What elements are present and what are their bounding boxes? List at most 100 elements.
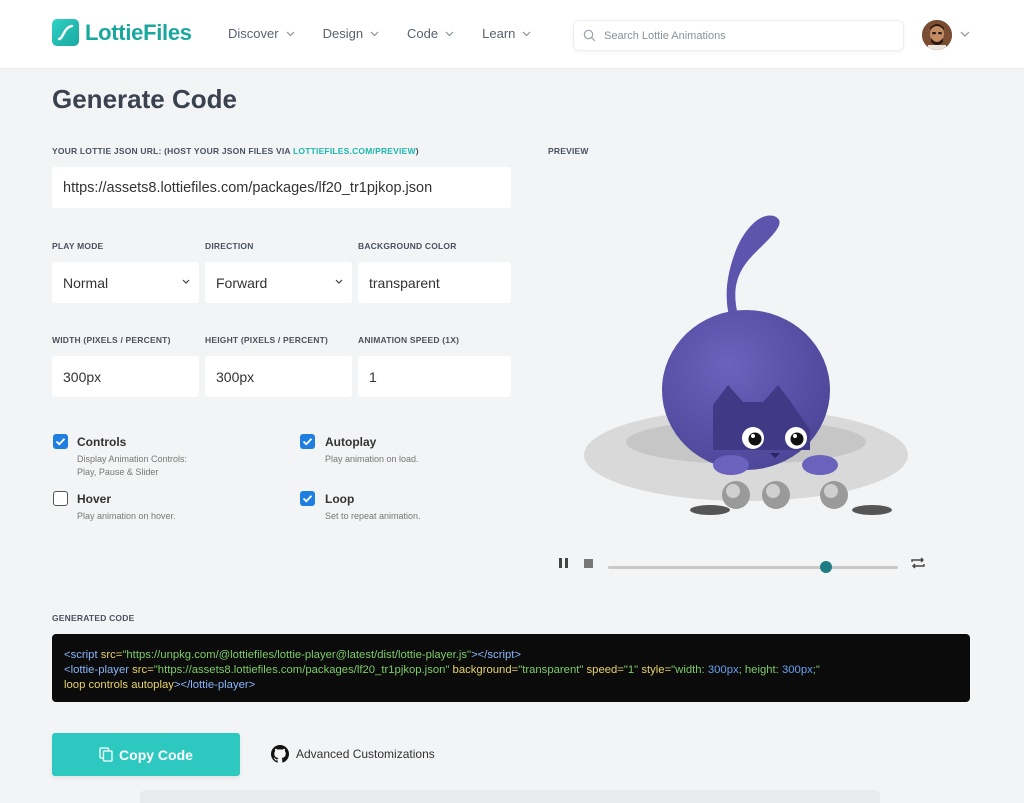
direction-select[interactable]: Forward xyxy=(205,262,352,303)
code-line-3: loop controls autoplay></lottie-player> xyxy=(64,678,958,693)
copy-code-label: Copy Code xyxy=(119,746,193,763)
play-mode-value: Normal xyxy=(63,274,109,291)
json-url-label-text: YOUR LOTTIE JSON URL: (HOST YOUR JSON FI… xyxy=(52,146,294,156)
autoplay-checkbox[interactable] xyxy=(300,434,315,449)
height-label: HEIGHT (PIXELS / PERCENT) xyxy=(205,335,329,345)
search-icon xyxy=(583,29,596,42)
nav-code[interactable]: Code xyxy=(407,26,454,41)
seek-slider-knob[interactable] xyxy=(819,561,832,573)
code-token: ; height: xyxy=(738,664,782,676)
code-token: "1" xyxy=(623,664,639,676)
copy-icon xyxy=(99,747,113,762)
code-token: 300px xyxy=(707,664,739,676)
nav-discover[interactable]: Discover xyxy=(228,26,295,41)
code-token: <lottie-player xyxy=(64,664,129,676)
code-token: background= xyxy=(449,664,519,676)
animation-speed-label: ANIMATION SPEED (1X) xyxy=(358,335,460,345)
generated-code-block[interactable]: <script src="https://unpkg.com/@lottiefi… xyxy=(52,634,970,702)
autoplay-desc: Play animation on load. xyxy=(325,454,419,464)
code-token: speed= xyxy=(583,664,624,676)
code-token: <script xyxy=(64,649,98,661)
logo-text: LottieFiles xyxy=(85,19,192,45)
code-token: src= xyxy=(129,664,154,676)
animation-preview xyxy=(548,180,958,530)
search-box[interactable] xyxy=(573,20,904,51)
nav-learn[interactable]: Learn xyxy=(482,26,531,41)
direction-label: DIRECTION xyxy=(205,241,254,251)
hover-checkbox[interactable] xyxy=(53,491,68,506)
lottiefiles-preview-link[interactable]: LOTTIEFILES.COM/PREVIEW xyxy=(293,146,416,156)
nav-design-label: Design xyxy=(322,26,364,41)
json-url-input[interactable]: https://assets8.lottiefiles.com/packages… xyxy=(52,167,511,208)
code-token: "transparent" xyxy=(518,664,584,676)
width-label: WIDTH (PIXELS / PERCENT) xyxy=(52,335,171,345)
loop-icon[interactable] xyxy=(910,556,926,570)
code-token: src= xyxy=(97,649,123,661)
nav-design[interactable]: Design xyxy=(323,26,379,41)
controls-desc: Display Animation Controls: Play, Pause … xyxy=(77,453,187,479)
github-icon xyxy=(271,745,289,763)
background-color-value: transparent xyxy=(369,274,440,291)
background-color-label: BACKGROUND COLOR xyxy=(358,241,457,251)
code-line-1: <script src="https://unpkg.com/@lottiefi… xyxy=(64,648,958,663)
footer-edge xyxy=(140,790,880,803)
hover-title: Hover xyxy=(77,492,112,506)
code-token: ></ xyxy=(471,649,488,661)
play-mode-select[interactable]: Normal xyxy=(52,262,199,303)
height-value: 300px xyxy=(216,368,255,385)
autoplay-title: Autoplay xyxy=(325,435,377,449)
top-header: LottieFiles Discover Design Code Learn xyxy=(0,0,1024,69)
lottie-logo-icon xyxy=(52,19,79,46)
checkmark-icon xyxy=(302,438,313,446)
chevron-down-icon xyxy=(335,279,343,284)
play-mode-label: PLAY MODE xyxy=(52,241,104,251)
chevron-down-icon xyxy=(370,31,379,36)
checkmark-icon xyxy=(302,495,313,503)
nav-discover-label: Discover xyxy=(228,26,279,41)
animation-speed-input[interactable]: 1 xyxy=(358,356,511,397)
nav-code-label: Code xyxy=(407,26,439,41)
seek-slider[interactable] xyxy=(608,561,898,573)
animation-speed-value: 1 xyxy=(369,368,377,385)
code-token: "https://unpkg.com/@lottiefiles/lottie-p… xyxy=(122,649,472,661)
user-avatar-icon xyxy=(922,20,952,50)
avatar[interactable] xyxy=(922,20,952,50)
code-token: ;" xyxy=(812,664,820,676)
controls-checkbox[interactable] xyxy=(53,434,68,449)
pause-icon[interactable] xyxy=(557,556,571,570)
json-url-value: https://assets8.lottiefiles.com/packages… xyxy=(63,179,433,196)
main-nav: Discover Design Code Learn xyxy=(228,26,559,41)
code-token: 300px xyxy=(781,664,813,676)
code-line-2: <lottie-player src="https://assets8.lott… xyxy=(64,663,958,678)
height-input[interactable]: 300px xyxy=(205,356,352,397)
search-input[interactable] xyxy=(604,29,884,42)
stop-icon[interactable] xyxy=(583,556,595,570)
controls-desc-line2: Play, Pause & Slider xyxy=(77,467,159,477)
code-token: "https://assets8.lottiefiles.com/package… xyxy=(153,664,450,676)
code-token: loop controls autoplay xyxy=(64,679,174,691)
json-url-label-suffix: ) xyxy=(415,146,419,156)
json-url-label: YOUR LOTTIE JSON URL: (HOST YOUR JSON FI… xyxy=(52,146,419,156)
checkmark-icon xyxy=(55,438,66,446)
chevron-down-icon xyxy=(445,31,454,36)
logo[interactable]: LottieFiles xyxy=(52,19,192,46)
direction-value: Forward xyxy=(216,274,268,291)
chevron-down-icon xyxy=(182,279,190,284)
cat-animation-image xyxy=(584,215,908,515)
hover-desc: Play animation on hover. xyxy=(77,511,176,521)
controls-desc-line1: Display Animation Controls: xyxy=(77,454,188,464)
width-value: 300px xyxy=(63,368,102,385)
page-title: Generate Code xyxy=(52,84,237,114)
chevron-down-icon[interactable] xyxy=(960,31,970,37)
background-color-input[interactable]: transparent xyxy=(358,262,511,303)
chevron-down-icon xyxy=(522,31,531,36)
code-token: "width: xyxy=(671,664,708,676)
copy-code-button[interactable]: Copy Code xyxy=(52,733,240,776)
advanced-customizations-link[interactable]: Advanced Customizations xyxy=(271,745,435,763)
code-token: script> xyxy=(487,649,521,661)
preview-label: PREVIEW xyxy=(548,146,589,156)
code-token: ></ xyxy=(173,679,191,691)
generated-code-label: GENERATED CODE xyxy=(52,613,135,623)
width-input[interactable]: 300px xyxy=(52,356,199,397)
loop-checkbox[interactable] xyxy=(300,491,315,506)
